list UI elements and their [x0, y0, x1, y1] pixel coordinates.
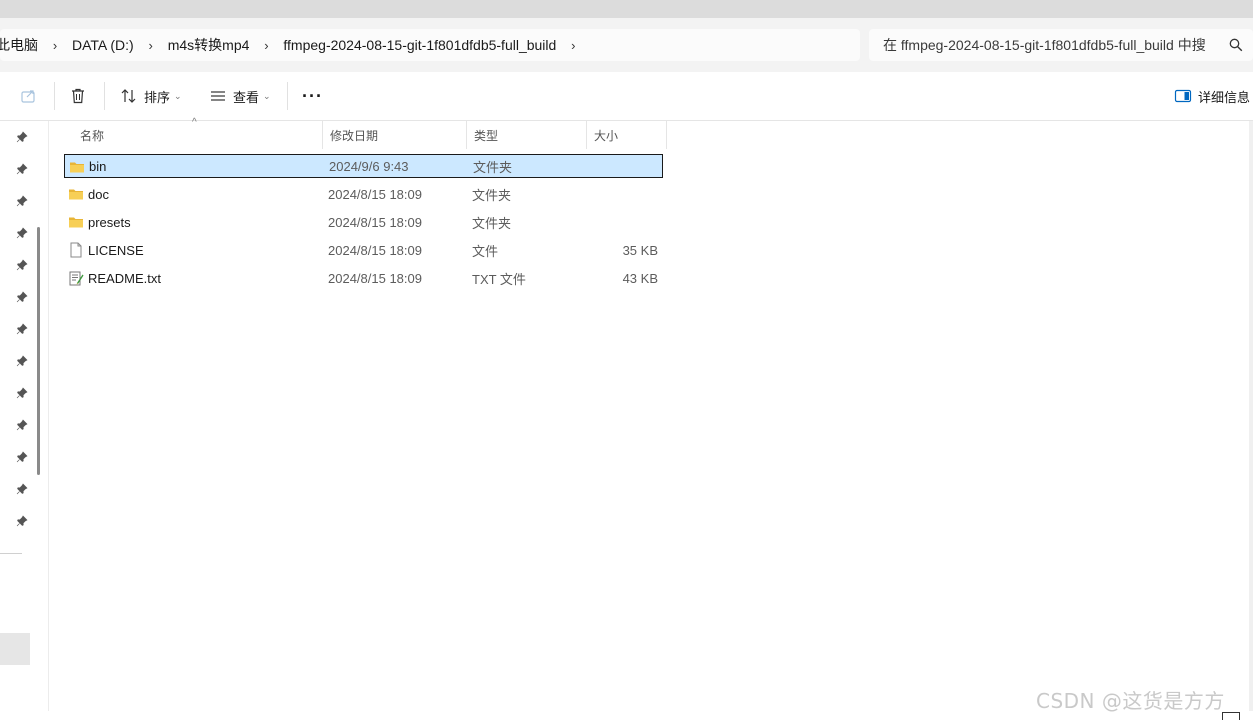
nav-divider — [0, 553, 22, 554]
more-icon: ··· — [302, 85, 323, 106]
file-name: presets — [88, 214, 131, 230]
breadcrumb-drive[interactable]: DATA (D:) — [66, 37, 140, 53]
chevron-right-icon[interactable]: › — [255, 38, 277, 53]
sort-arrows-icon — [121, 89, 136, 103]
file-name: doc — [88, 186, 109, 202]
breadcrumb-folder-m4s[interactable]: m4s转换mp4 — [162, 35, 256, 55]
file-type: 文件夹 — [472, 187, 512, 203]
sort-button[interactable]: 排序 ⌄ — [120, 84, 182, 108]
content-scrollbar[interactable] — [1249, 121, 1253, 711]
pin-icon[interactable] — [16, 195, 28, 207]
file-icon — [70, 242, 82, 258]
pin-icon[interactable] — [16, 163, 28, 175]
search-box[interactable] — [869, 29, 1253, 61]
search-icon[interactable] — [1229, 38, 1243, 52]
file-date: 2024/9/6 9:43 — [329, 158, 409, 174]
file-row-readme[interactable]: README.txt 2024/8/15 18:09 TXT 文件 43 KB — [64, 266, 663, 290]
details-label: 详细信息 — [1198, 89, 1251, 105]
address-row: 此电脑 › DATA (D:) › m4s转换mp4 › ffmpeg-2024… — [0, 18, 1253, 72]
pin-icon[interactable] — [16, 355, 28, 367]
file-date: 2024/8/15 18:09 — [328, 270, 422, 286]
view-button[interactable]: 查看 ⌄ — [209, 84, 271, 108]
more-options-button[interactable]: ··· — [302, 84, 323, 108]
pin-icon[interactable] — [16, 227, 28, 239]
chevron-right-icon[interactable]: › — [44, 38, 66, 53]
pin-icon[interactable] — [16, 259, 28, 271]
navigation-pane — [0, 121, 49, 711]
column-header-size[interactable]: 大小 — [586, 121, 667, 149]
column-header-date[interactable]: 修改日期 — [322, 121, 467, 149]
file-type: TXT 文件 — [472, 271, 526, 287]
file-type: 文件 — [472, 243, 499, 259]
pin-icon[interactable] — [16, 291, 28, 303]
pin-icon[interactable] — [16, 515, 28, 527]
breadcrumb-this-pc[interactable]: 此电脑 — [0, 35, 44, 55]
chevron-down-icon: ⌄ — [263, 90, 271, 101]
pin-icon[interactable] — [16, 131, 28, 143]
details-pane-icon — [1174, 89, 1192, 103]
view-lines-icon — [211, 91, 225, 101]
chevron-right-icon[interactable]: › — [562, 38, 584, 53]
delete-button[interactable] — [69, 84, 87, 108]
file-name: README.txt — [88, 270, 161, 286]
share-icon — [21, 90, 35, 103]
file-name: bin — [89, 158, 107, 174]
file-row-presets[interactable]: presets 2024/8/15 18:09 文件夹 — [64, 210, 663, 234]
watermark: CSDN @这货是方方 — [1036, 689, 1225, 713]
window-title-bar — [0, 0, 1253, 18]
file-name: LICENSE — [88, 242, 144, 258]
file-size — [593, 155, 659, 177]
sort-label: 排序 — [144, 89, 171, 105]
file-row-bin[interactable]: bin 2024/9/6 9:43 文件夹 — [64, 154, 663, 178]
folder-icon — [69, 217, 83, 228]
file-row-license[interactable]: LICENSE 2024/8/15 18:09 文件 35 KB — [64, 238, 663, 262]
view-label: 查看 — [233, 89, 260, 105]
file-date: 2024/8/15 18:09 — [328, 242, 422, 258]
trash-icon — [72, 88, 84, 104]
breadcrumb-folder-ffmpeg[interactable]: ffmpeg-2024-08-15-git-1f801dfdb5-full_bu… — [277, 37, 562, 53]
column-header-name[interactable]: 名称 — [72, 121, 323, 149]
details-pane-button[interactable]: 详细信息 — [1174, 84, 1250, 108]
file-size: 43 KB — [622, 270, 658, 286]
toolbar-divider — [54, 82, 55, 110]
chevron-down-icon: ⌄ — [174, 90, 182, 101]
toolbar-divider — [104, 82, 105, 110]
folder-icon — [70, 162, 84, 173]
column-header-type[interactable]: 类型 — [466, 121, 587, 149]
pin-icon[interactable] — [16, 387, 28, 399]
toolbar-divider — [287, 82, 288, 110]
file-type: 文件夹 — [472, 215, 512, 231]
search-input[interactable] — [869, 36, 1225, 54]
pin-icon[interactable] — [16, 483, 28, 495]
pin-icon[interactable] — [16, 323, 28, 335]
file-type: 文件夹 — [473, 159, 513, 175]
file-date: 2024/8/15 18:09 — [328, 186, 422, 202]
file-size: 35 KB — [622, 242, 658, 258]
folder-icon — [69, 189, 83, 200]
pin-icon[interactable] — [16, 451, 28, 463]
file-date: 2024/8/15 18:09 — [328, 214, 422, 230]
file-size — [592, 182, 658, 206]
file-row-doc[interactable]: doc 2024/8/15 18:09 文件夹 — [64, 182, 663, 206]
text-file-icon — [69, 271, 84, 286]
file-size — [592, 210, 658, 234]
pin-icon[interactable] — [16, 419, 28, 431]
share-button[interactable] — [20, 84, 38, 108]
nav-scrollbar[interactable] — [37, 227, 40, 475]
chevron-right-icon[interactable]: › — [140, 38, 162, 53]
nav-selected-item[interactable] — [0, 633, 30, 665]
command-bar: 排序 ⌄ 查看 ⌄ ··· 详细信息 — [0, 72, 1253, 121]
breadcrumb[interactable]: 此电脑 › DATA (D:) › m4s转换mp4 › ffmpeg-2024… — [0, 29, 860, 61]
